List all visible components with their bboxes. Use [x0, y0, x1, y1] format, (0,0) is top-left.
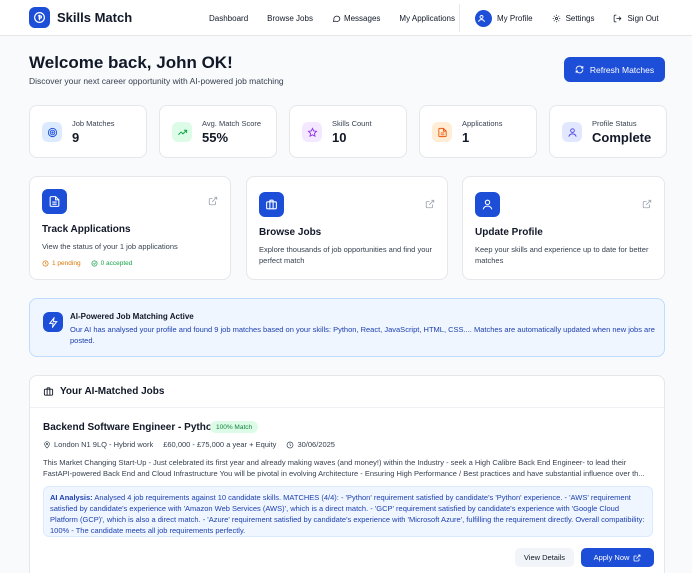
message-icon — [332, 15, 341, 22]
avatar — [475, 9, 492, 27]
refresh-matches-label: Refresh Matches — [589, 64, 655, 75]
nav-link-label: My Applications — [399, 13, 455, 23]
stat-value: Complete — [592, 130, 652, 145]
jobs-header-label: Your AI-Matched Jobs — [60, 386, 165, 397]
sign-out-icon — [614, 14, 622, 22]
card-desc: Explore thousands of job opportunities a… — [259, 245, 433, 265]
nav-link-messages[interactable]: Messages — [332, 14, 380, 23]
job-title[interactable]: Backend Software Engineer - Python — [43, 422, 218, 433]
apply-now-label: Apply Now — [593, 553, 630, 562]
stat-applications: Applications 1 — [419, 105, 537, 158]
settings-link[interactable]: Settings — [552, 13, 595, 23]
brand-name: Skills Match — [57, 10, 133, 25]
nav-link-my-applications[interactable]: My Applications — [399, 14, 455, 23]
nav-right: My Profile Settings Sign Out — [475, 0, 678, 36]
pending-label: 1 pending — [52, 260, 81, 267]
stat-label: Skills Count — [332, 119, 372, 128]
brand-logo-icon — [29, 7, 50, 28]
match-badge: 100% Match — [210, 421, 259, 433]
lightning-icon — [43, 312, 63, 332]
ai-analysis-box: AI Analysis: Analysed 4 job requirements… — [43, 486, 653, 537]
stat-label: Profile Status — [592, 119, 637, 128]
page-title: Welcome back, John OK! — [29, 53, 233, 72]
card-track-applications[interactable]: Track Applications View the status of yo… — [29, 176, 231, 280]
card-update-profile[interactable]: Update Profile Keep your skills and expe… — [462, 176, 665, 280]
stat-value: 10 — [332, 130, 347, 145]
settings-label: Settings — [565, 13, 595, 23]
star-icon — [302, 122, 322, 142]
page-subtitle: Discover your next career opportunity wi… — [29, 76, 284, 86]
stat-label: Job Matches — [72, 119, 115, 128]
stat-value: 9 — [72, 130, 80, 145]
my-profile-link[interactable]: My Profile — [475, 9, 533, 27]
document-icon — [432, 122, 452, 142]
job-meta: London N1 9LQ - Hybrid work £60,000 - £7… — [43, 440, 345, 449]
stat-profile-status: Profile Status Complete — [549, 105, 667, 158]
job-location: London N1 9LQ - Hybrid work — [43, 440, 153, 449]
ai-analysis-text: Analysed 4 job requirements against 10 c… — [50, 493, 645, 535]
stat-skills-count: Skills Count 10 — [289, 105, 407, 158]
ai-matching-banner: AI-Powered Job Matching Active Our AI ha… — [29, 298, 665, 357]
view-details-button[interactable]: View Details — [515, 548, 574, 567]
banner-text: Our AI has analysed your profile and fou… — [70, 325, 655, 345]
external-link-icon — [208, 196, 218, 206]
pending-count: 1 pending — [42, 260, 81, 267]
user-icon — [475, 192, 500, 217]
card-browse-jobs[interactable]: Browse Jobs Explore thousands of job opp… — [246, 176, 448, 280]
stat-avg-match-score: Avg. Match Score 55% — [159, 105, 277, 158]
accepted-label: 0 accepted — [100, 260, 133, 267]
sign-out-label: Sign Out — [627, 13, 659, 23]
stat-value: 1 — [462, 130, 470, 145]
job-date-label: 30/06/2025 — [297, 440, 335, 449]
job-salary: £60,000 - £75,000 a year + Equity — [163, 440, 277, 449]
briefcase-icon — [259, 192, 284, 217]
nav-divider — [459, 4, 460, 32]
nav-link-dashboard[interactable]: Dashboard — [209, 14, 248, 23]
apply-now-button[interactable]: Apply Now — [581, 548, 654, 567]
brand[interactable]: Skills Match — [29, 7, 132, 28]
nav-link-browse-jobs[interactable]: Browse Jobs — [267, 14, 313, 23]
card-title: Update Profile — [475, 227, 543, 238]
user-icon — [562, 122, 582, 142]
job-date: 30/06/2025 — [286, 440, 335, 449]
check-circle-icon — [91, 260, 98, 267]
briefcase-icon — [43, 387, 54, 396]
user-icon — [477, 14, 485, 22]
nav-links: Dashboard Browse Jobs Messages My Applic… — [209, 0, 474, 36]
document-icon — [42, 189, 67, 214]
refresh-matches-button[interactable]: Refresh Matches — [564, 57, 665, 82]
sign-out-link[interactable]: Sign Out — [613, 13, 659, 23]
my-profile-label: My Profile — [497, 13, 533, 23]
trend-up-icon — [172, 122, 192, 142]
nav-link-label: Messages — [343, 13, 381, 23]
job-location-label: London N1 9LQ - Hybrid work — [54, 440, 154, 449]
ai-matched-jobs-panel: Your AI-Matched Jobs Backend Software En… — [29, 375, 665, 573]
job-description: This Market Changing Start-Up - Just cel… — [43, 458, 645, 478]
target-icon — [42, 122, 62, 142]
accepted-count: 0 accepted — [91, 260, 133, 267]
refresh-icon — [575, 65, 584, 74]
location-pin-icon — [44, 440, 50, 448]
application-status-summary: 1 pending 0 accepted — [42, 260, 142, 267]
stat-job-matches: Job Matches 9 — [29, 105, 147, 158]
ai-analysis-label: AI Analysis: — [50, 493, 93, 502]
nav-link-label: Browse Jobs — [267, 13, 313, 23]
card-desc: Keep your skills and experience up to da… — [475, 245, 649, 265]
jobs-header: Your AI-Matched Jobs — [30, 376, 664, 408]
stat-label: Applications — [462, 119, 503, 128]
external-link-icon — [425, 199, 435, 209]
stat-label: Avg. Match Score — [202, 119, 262, 128]
external-link-icon — [634, 554, 641, 561]
nav-link-label: Dashboard — [209, 13, 249, 23]
gear-icon — [552, 14, 560, 22]
external-link-icon — [642, 199, 652, 209]
stat-value: 55% — [202, 130, 229, 145]
card-title: Browse Jobs — [259, 227, 322, 238]
top-nav: Skills Match Dashboard Browse Jobs Messa… — [0, 0, 692, 36]
card-desc: View the status of your 1 job applicatio… — [42, 242, 178, 251]
card-title: Track Applications — [42, 224, 131, 235]
banner-title: AI-Powered Job Matching Active — [70, 312, 194, 321]
clock-icon — [287, 441, 294, 448]
clock-icon — [42, 260, 49, 267]
